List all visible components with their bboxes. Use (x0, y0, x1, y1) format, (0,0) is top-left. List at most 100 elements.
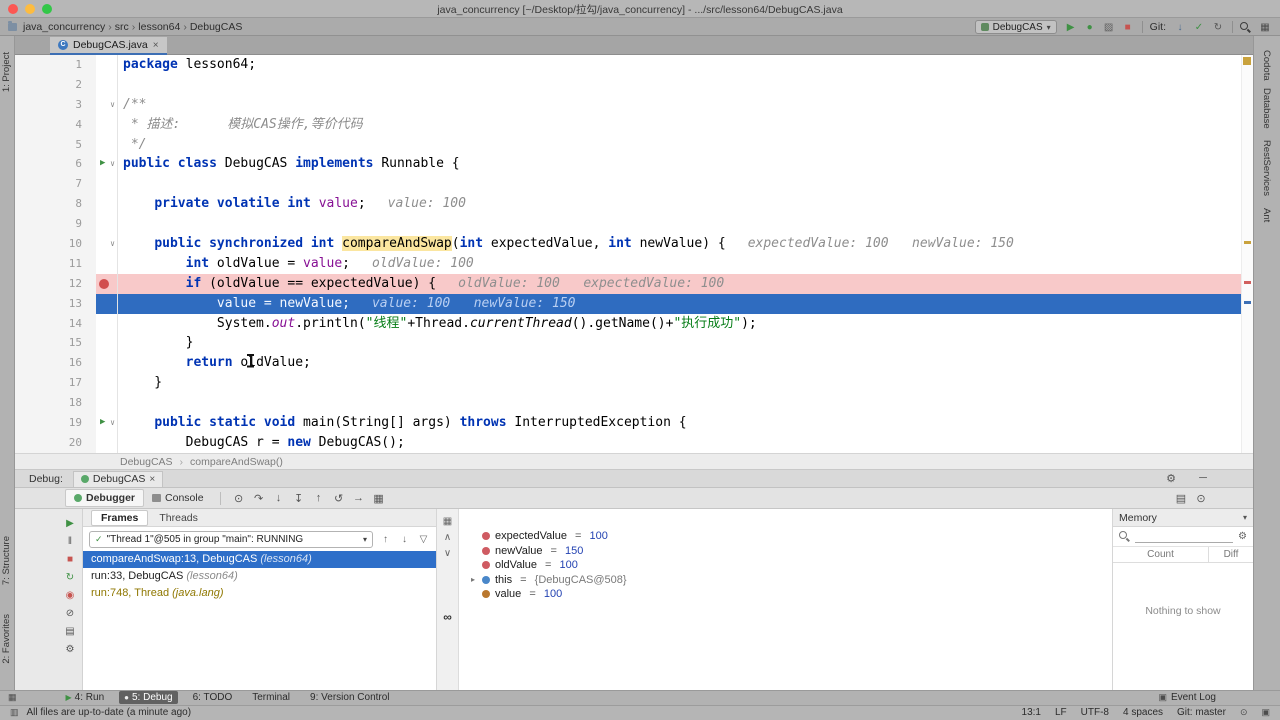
inspection-status-icon[interactable] (1243, 57, 1251, 65)
tool-window-button-restservices[interactable]: RestServices (1261, 140, 1272, 196)
fold-icon[interactable]: ∨ (110, 234, 115, 254)
code-line[interactable]: 18 (15, 393, 1253, 413)
tool-window-button-database[interactable]: Database (1261, 88, 1272, 129)
close-window-button[interactable] (8, 4, 18, 14)
tool-window-button-ant[interactable]: Ant (1261, 208, 1272, 222)
code-line[interactable]: 4 * 描述: 模拟CAS操作,等价代码 (15, 115, 1253, 135)
marker-execution-line[interactable] (1244, 301, 1251, 304)
code-line[interactable]: 17 } (15, 373, 1253, 393)
inspections-profile-icon[interactable]: ▣ (1261, 707, 1270, 718)
view-breakpoints-icon[interactable]: ◉ (62, 588, 78, 603)
gutter-icon-area[interactable] (96, 393, 118, 413)
status-item-lf[interactable]: LF (1055, 707, 1067, 718)
memory-settings-icon[interactable]: ⚙ (1238, 531, 1247, 542)
stop-icon[interactable]: ■ (62, 552, 78, 567)
tool-window-button-codota[interactable]: Codota (1261, 50, 1272, 81)
hide-window-icon[interactable]: ─ (1193, 472, 1213, 485)
gutter-icon-area[interactable] (96, 174, 118, 194)
gutter-icon-area[interactable]: ▶∨ (96, 413, 118, 433)
breadcrumb-item[interactable]: DebugCAS (188, 21, 245, 33)
tab-frames[interactable]: Frames (91, 510, 148, 526)
gutter-icon-area[interactable] (96, 373, 118, 393)
tool-window-button-5-debug[interactable]: ●5: Debug (119, 691, 177, 704)
vcs-commit-icon[interactable]: ✓ (1192, 22, 1206, 33)
tab-threads[interactable]: Threads (150, 511, 207, 525)
gutter-icon-area[interactable] (96, 194, 118, 214)
expand-all-icon[interactable]: ∨ (441, 548, 455, 559)
gutter-icon-area[interactable] (96, 353, 118, 373)
code-line[interactable]: 6▶∨public class DebugCAS implements Runn… (15, 154, 1253, 174)
pause-icon[interactable]: ‖ (62, 534, 78, 549)
drop-frame-icon[interactable]: ↺ (329, 492, 349, 505)
show-execution-point-icon[interactable]: ⊙ (229, 492, 249, 505)
gutter-icon-area[interactable] (96, 294, 118, 314)
thread-dump-icon[interactable]: ▤ (62, 624, 78, 639)
expand-toggle-icon[interactable]: ▸ (469, 575, 477, 584)
gutter-icon-area[interactable] (96, 433, 118, 453)
code-line[interactable]: 12 if (oldValue == expectedValue) {oldVa… (15, 274, 1253, 294)
gutter-icon-area[interactable] (96, 254, 118, 274)
ide-menu-icon[interactable]: ▦ (1258, 22, 1272, 33)
variable-row[interactable]: value = 100 (459, 587, 1112, 602)
tool-window-button-9-version-control[interactable]: 9: Version Control (305, 691, 395, 704)
pin-tab-icon[interactable]: ⊙ (1191, 492, 1211, 505)
memory-search-input[interactable] (1135, 531, 1233, 543)
rerun-icon[interactable]: ↻ (62, 570, 78, 585)
settings-gear-icon[interactable]: ⚙ (1161, 472, 1181, 485)
code-line[interactable]: 7 (15, 174, 1253, 194)
status-item-4-spaces[interactable]: 4 spaces (1123, 707, 1163, 718)
breadcrumb-item[interactable]: DebugCAS (120, 456, 173, 468)
layout-settings-icon[interactable]: ▤ (1171, 492, 1191, 505)
breakpoint-icon[interactable] (99, 279, 109, 289)
code-line[interactable]: 10∨ public synchronized int compareAndSw… (15, 234, 1253, 254)
code-line[interactable]: 5 */ (15, 135, 1253, 155)
breadcrumb-item[interactable]: lesson64 (136, 21, 182, 33)
gutter-icon-area[interactable]: ▶∨ (96, 154, 118, 174)
close-tab-icon[interactable] (153, 40, 159, 51)
step-over-icon[interactable]: ↷ (249, 492, 269, 505)
minimize-window-button[interactable] (25, 4, 35, 14)
gutter-icon-area[interactable]: ∨ (96, 95, 118, 115)
editor-scrollbar-stripe[interactable] (1241, 55, 1253, 453)
code-line[interactable]: 1package lesson64; (15, 55, 1253, 75)
thread-dropdown[interactable]: "Thread 1"@505 in group "main": RUNNING (89, 531, 373, 548)
code-line[interactable]: 13 value = newValue;value: 100 newValue:… (15, 294, 1253, 314)
memory-count-column[interactable]: Count (1113, 547, 1209, 562)
breadcrumb-item[interactable]: java_concurrency (21, 21, 107, 33)
code-line[interactable]: 14 System.out.println("线程"+Thread.curren… (15, 314, 1253, 334)
zoom-window-button[interactable] (42, 4, 52, 14)
variable-row[interactable]: oldValue = 100 (459, 558, 1112, 573)
run-to-cursor-icon[interactable]: → (349, 492, 369, 505)
code-line[interactable]: 19▶∨ public static void main(String[] ar… (15, 413, 1253, 433)
status-item-utf-8[interactable]: UTF-8 (1081, 707, 1109, 718)
resume-icon[interactable]: ▶ (62, 516, 78, 531)
restore-layout-icon[interactable]: ▦ (441, 516, 455, 527)
code-line[interactable]: 8 private volatile int value;value: 100 (15, 194, 1253, 214)
gutter-icon-area[interactable] (96, 214, 118, 234)
gutter-icon-area[interactable] (96, 55, 118, 75)
stack-frame-row[interactable]: compareAndSwap:13, DebugCAS (lesson64) (83, 551, 436, 568)
variable-row[interactable]: newValue = 150 (459, 544, 1112, 559)
status-toolwindow-icon[interactable]: ▥ (10, 707, 19, 718)
run-button[interactable]: ▶ (1064, 22, 1078, 33)
code-line[interactable]: 15 } (15, 333, 1253, 353)
code-line[interactable]: 20 DebugCAS r = new DebugCAS(); (15, 433, 1253, 453)
evaluate-expression-icon[interactable]: ▦ (369, 492, 389, 505)
watches-icon[interactable]: ∞ (441, 610, 455, 624)
read-lock-icon[interactable]: ⊙ (1240, 707, 1248, 718)
run-configuration-select[interactable]: DebugCAS ▾ (975, 20, 1057, 34)
marker-highlight[interactable] (1244, 241, 1251, 244)
gutter-icon-area[interactable]: ∨ (96, 234, 118, 254)
tool-window-button-2-favorites[interactable]: 2: Favorites (1, 614, 12, 664)
step-into-icon[interactable]: ↓ (269, 492, 289, 505)
code-line[interactable]: 3∨/** (15, 95, 1253, 115)
chevron-down-icon[interactable]: ▾ (1243, 513, 1247, 522)
tool-window-button-4-run[interactable]: ▶4: Run (61, 691, 110, 704)
search-everywhere-icon[interactable] (1240, 22, 1251, 33)
force-step-into-icon[interactable]: ↧ (289, 492, 309, 505)
debug-button[interactable]: ● (1083, 22, 1097, 33)
code-line[interactable]: 2 (15, 75, 1253, 95)
run-line-icon[interactable]: ▶ (100, 413, 105, 433)
mute-breakpoints-icon[interactable]: ⊘ (62, 606, 78, 621)
gutter-icon-area[interactable] (96, 115, 118, 135)
